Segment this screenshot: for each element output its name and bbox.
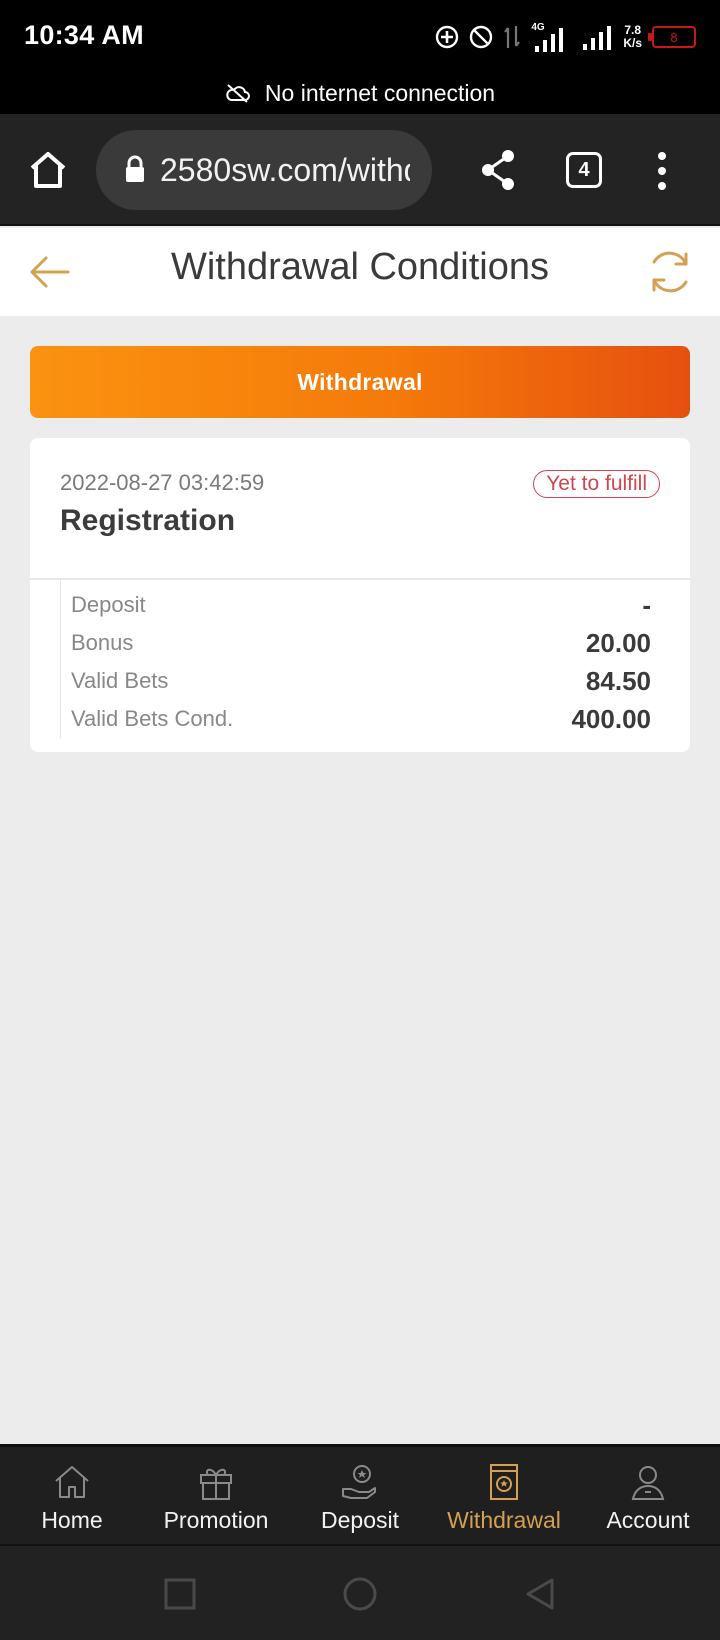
- tab-switcher-button[interactable]: 4: [566, 152, 602, 188]
- recents-icon[interactable]: [162, 1576, 198, 1612]
- lock-icon: [126, 155, 144, 182]
- refresh-icon[interactable]: [644, 246, 696, 298]
- home-icon: [55, 1466, 89, 1498]
- share-icon[interactable]: [478, 148, 518, 192]
- signal-icon: [581, 22, 613, 52]
- user-icon: [631, 1466, 665, 1500]
- coin-hand-icon: [342, 1465, 376, 1499]
- network-type: 4G: [531, 22, 545, 33]
- status-badge: Yet to fulfill: [533, 470, 660, 498]
- detail-label: Valid Bets Cond.: [71, 706, 234, 731]
- nav-item-account[interactable]: Account: [576, 1447, 720, 1547]
- status-time: 10:34 AM: [24, 20, 144, 50]
- detail-row-valid-bets-cond: Valid Bets Cond. 400.00: [61, 700, 661, 738]
- nav-item-promotion[interactable]: Promotion: [144, 1447, 288, 1547]
- nav-label: Promotion: [163, 1507, 269, 1533]
- home-circle-icon[interactable]: [342, 1576, 378, 1612]
- detail-label: Bonus: [71, 630, 134, 655]
- page-header: Withdrawal Conditions: [0, 228, 720, 316]
- detail-value: -: [642, 589, 651, 620]
- detail-value: 20.00: [585, 627, 651, 658]
- address-bar[interactable]: 2580sw.com/withdrawal: [96, 130, 432, 210]
- detail-value: 400.00: [571, 703, 651, 734]
- detail-row-bonus: Bonus 20.00: [61, 624, 661, 662]
- back-triangle-icon[interactable]: [522, 1576, 558, 1612]
- system-nav-bar: [0, 1544, 720, 1640]
- battery-icon: 8: [648, 26, 696, 48]
- detail-label: Deposit: [71, 592, 146, 617]
- browser-home-icon[interactable]: [26, 148, 70, 192]
- record-title: Registration: [60, 504, 236, 537]
- signal-4g-icon: 4G: [531, 20, 571, 54]
- nav-label: Account: [606, 1507, 690, 1533]
- nav-item-deposit[interactable]: Deposit: [288, 1447, 432, 1547]
- detail-row-deposit: Deposit -: [61, 586, 661, 624]
- nav-item-withdrawal[interactable]: Withdrawal: [432, 1447, 576, 1547]
- battery-level: 8: [670, 29, 678, 45]
- offline-banner: No internet connection: [0, 72, 720, 114]
- tab-count: 4: [578, 158, 590, 181]
- offline-text: No internet connection: [264, 79, 496, 106]
- data-saver-icon: [435, 25, 459, 49]
- url-text[interactable]: 2580sw.com/withdrawal: [160, 152, 410, 189]
- withdrawal-button[interactable]: Withdrawal: [30, 346, 690, 418]
- do-not-disturb-icon: [469, 25, 493, 49]
- data-arrows-icon: [503, 24, 521, 50]
- speed-unit: K/s: [623, 36, 642, 50]
- browser-toolbar: 2580sw.com/withdrawal 4: [0, 114, 720, 226]
- nav-label: Withdrawal: [447, 1507, 561, 1533]
- page-title: Withdrawal Conditions: [170, 246, 550, 288]
- more-menu-icon[interactable]: [652, 150, 672, 192]
- network-speed: 7.8 K/s: [623, 24, 642, 50]
- cloud-off-icon: [226, 84, 250, 103]
- detail-label: Valid Bets: [71, 668, 169, 693]
- nav-item-home[interactable]: Home: [0, 1447, 144, 1547]
- nav-label: Home: [41, 1507, 103, 1533]
- record-date: 2022-08-27 03:42:59: [60, 470, 265, 495]
- withdraw-icon: [490, 1464, 518, 1500]
- gift-icon: [200, 1468, 232, 1500]
- bottom-nav: Home Promotion Deposit Withdrawal Accoun…: [0, 1444, 720, 1544]
- condition-card: 2022-08-27 03:42:59 Registration Yet to …: [30, 438, 690, 752]
- status-icons: 4G 7.8 K/s 8: [435, 18, 696, 56]
- detail-list: Deposit - Bonus 20.00 Valid Bets 84.50 V…: [60, 580, 660, 738]
- detail-value: 84.50: [585, 665, 651, 696]
- nav-label: Deposit: [321, 1507, 399, 1533]
- status-bar: 10:34 AM 4G 7.8 K/s 8: [0, 0, 720, 72]
- detail-row-valid-bets: Valid Bets 84.50: [61, 662, 661, 700]
